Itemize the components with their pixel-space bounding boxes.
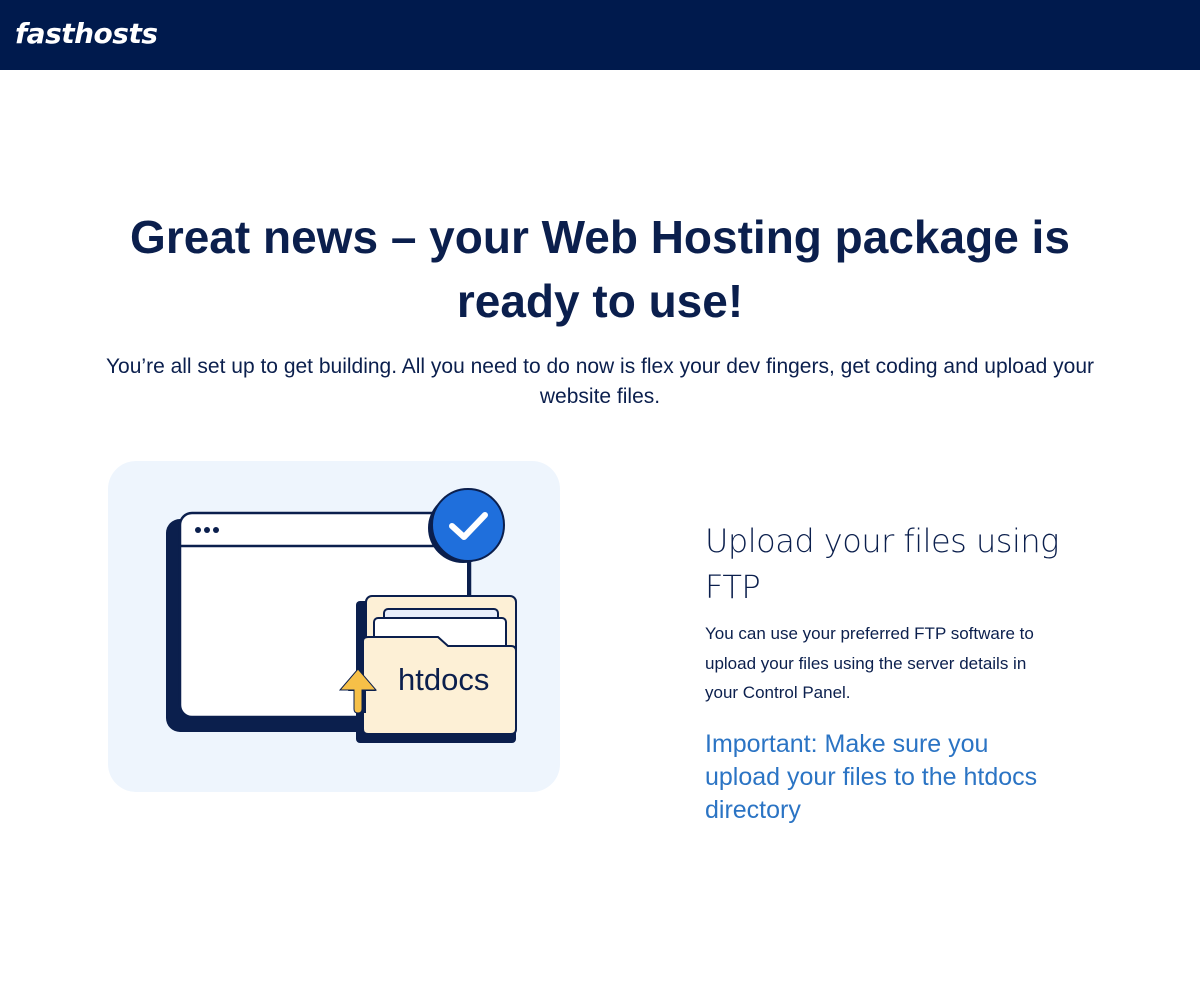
ftp-important-note: Important: Make sure you upload your fil…: [705, 730, 1038, 824]
check-circle-icon: [428, 488, 505, 563]
fasthosts-logo[interactable]: fasthosts: [15, 14, 158, 54]
hosting-illustration-panel: htdocs: [108, 461, 560, 792]
page-title: Great news – your Web Hosting package is…: [130, 211, 1070, 327]
folder-icon: htdocs: [356, 595, 517, 743]
hosting-illustration: htdocs: [166, 488, 517, 743]
ftp-section-body: You can use your preferred FTP software …: [705, 624, 1034, 702]
folder-label: htdocs: [398, 662, 489, 697]
top-nav-bar: fasthosts: [0, 0, 1200, 70]
page-subtitle: You’re all set up to get building. All y…: [105, 355, 1095, 408]
ftp-section-title: Upload your files using FTP: [705, 522, 1059, 606]
